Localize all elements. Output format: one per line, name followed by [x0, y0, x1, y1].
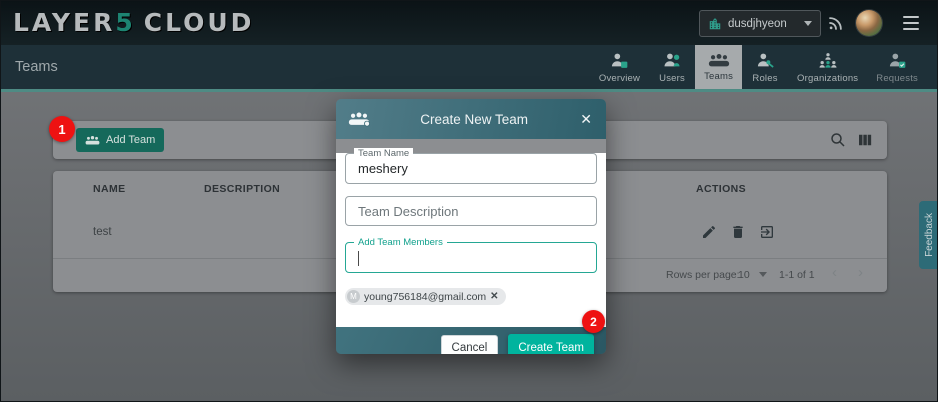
nav-item-roles[interactable]: Roles [742, 45, 788, 89]
column-header-description[interactable]: DESCRIPTION [204, 183, 280, 195]
member-chip: M young756184@gmail.com ✕ [345, 288, 506, 305]
pagination-range: 1-1 of 1 [779, 269, 815, 281]
nav-label: Overview [599, 73, 640, 84]
previous-page-button[interactable]: ‹ [832, 264, 837, 281]
view-columns-icon[interactable] [856, 131, 874, 149]
nav-item-teams[interactable]: Teams [695, 45, 742, 89]
add-team-button[interactable]: Add Team [76, 128, 164, 152]
team-name-field: Team Name [345, 153, 597, 184]
logo-part2: CLOUD [144, 8, 255, 37]
next-page-button[interactable]: › [858, 264, 863, 281]
add-team-label: Add Team [106, 134, 155, 146]
nav-item-organizations[interactable]: Organizations [788, 45, 867, 89]
rows-per-page-select[interactable]: 10 [738, 269, 767, 281]
person-badge-icon [609, 51, 629, 71]
org-switcher-dropdown[interactable]: dusdjhyeon [699, 10, 821, 37]
modal-footer: Cancel Create Team [336, 327, 606, 354]
annotation-step-2: 2 [582, 310, 605, 333]
column-header-name[interactable]: NAME [93, 183, 126, 195]
row-actions [701, 224, 775, 240]
team-name-cell: test [93, 226, 112, 238]
person-check-icon [887, 51, 907, 71]
nav-items: Overview Users Teams Roles Organizations… [590, 45, 927, 89]
nav-item-overview[interactable]: Overview [590, 45, 649, 89]
menu-icon[interactable] [903, 16, 919, 30]
top-header: LAYER5 CLOUD dusdjhyeon [1, 1, 937, 45]
feedback-label: Feedback [924, 213, 935, 257]
page-title: Teams [15, 59, 58, 75]
team-description-input[interactable] [346, 197, 596, 225]
person-key-icon [755, 51, 775, 71]
chevron-down-icon [759, 272, 767, 277]
building-icon [708, 17, 722, 31]
chevron-down-icon [804, 21, 812, 26]
nav-label: Requests [876, 73, 918, 84]
chip-email: young756184@gmail.com [364, 291, 486, 303]
create-team-modal: Create New Team ✕ Team Name Add Team Mem… [336, 99, 606, 354]
cancel-button[interactable]: Cancel [441, 335, 499, 355]
layer5-cloud-logo[interactable]: LAYER5 CLOUD [13, 8, 254, 37]
nav-label: Organizations [797, 73, 858, 84]
team-description-field [345, 196, 597, 226]
team-name-label: Team Name [354, 148, 413, 159]
secondary-nav: Teams Overview Users Teams Roles Organiz… [1, 45, 937, 92]
hierarchy-people-icon [818, 51, 838, 71]
rows-per-page-value: 10 [738, 269, 750, 281]
search-icon[interactable] [829, 131, 847, 149]
nav-label: Users [659, 73, 685, 84]
modal-title: Create New Team [370, 112, 578, 127]
delete-icon[interactable] [730, 224, 746, 240]
column-header-actions: ACTIONS [696, 183, 746, 195]
rows-per-page-label: Rows per page: [666, 269, 740, 281]
nav-item-users[interactable]: Users [649, 45, 695, 89]
group-icon [85, 135, 100, 146]
create-team-button[interactable]: Create Team [508, 334, 594, 355]
nav-label: Roles [752, 73, 777, 84]
text-cursor [358, 251, 359, 266]
team-members-field: Add Team Members [345, 242, 597, 273]
leave-team-icon[interactable] [759, 224, 775, 240]
person-dot-icon [662, 51, 682, 71]
app-window: LAYER5 CLOUD dusdjhyeon Teams Overview Us… [0, 0, 938, 402]
edit-icon[interactable] [701, 224, 717, 240]
team-members-label: Add Team Members [354, 237, 447, 248]
group-icon [708, 52, 730, 69]
annotation-step-1: 1 [49, 116, 75, 142]
modal-header: Create New Team ✕ [336, 99, 606, 139]
nav-item-requests[interactable]: Requests [867, 45, 927, 89]
modal-body: Team Name Add Team Members M young756184… [336, 153, 606, 327]
chip-remove-icon[interactable]: ✕ [490, 291, 498, 302]
feedback-tab[interactable]: Feedback [919, 201, 938, 269]
nav-label: Teams [704, 71, 733, 82]
close-icon[interactable]: ✕ [578, 110, 594, 128]
logo-accent: 5 [115, 8, 135, 37]
logo-part1: LAYER [13, 8, 115, 37]
user-avatar[interactable] [856, 10, 882, 36]
org-switcher-value: dusdjhyeon [728, 18, 798, 30]
group-add-icon [348, 110, 370, 128]
broadcast-icon[interactable] [827, 14, 845, 32]
chip-avatar: M [347, 290, 360, 303]
